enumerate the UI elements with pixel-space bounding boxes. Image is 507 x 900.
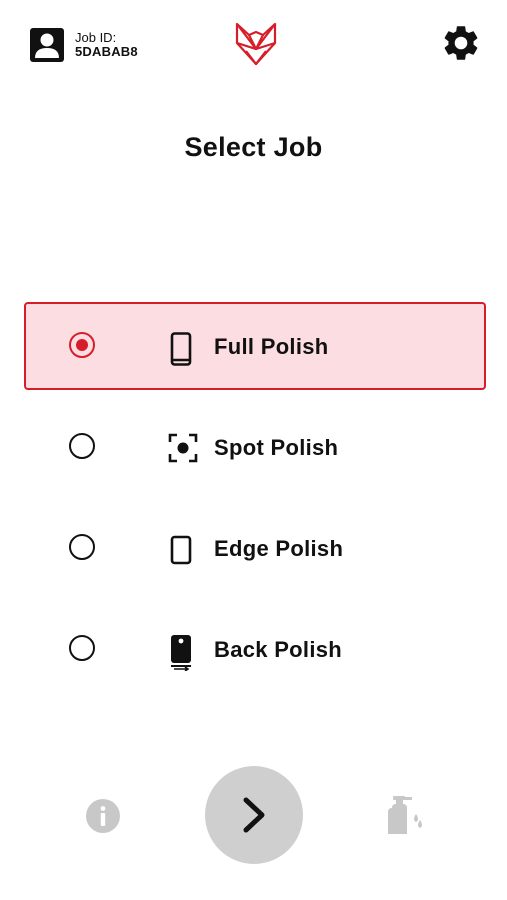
radio-button[interactable] [69, 635, 95, 661]
job-option-back-polish[interactable]: Back Polish [24, 605, 486, 693]
spray-bottle-icon[interactable] [384, 794, 426, 841]
job-label: Spot Polish [214, 435, 339, 460]
job-option-full-polish[interactable]: Full Polish [24, 302, 486, 390]
page-title: Select Job [184, 132, 323, 162]
radio-button[interactable] [69, 433, 95, 459]
header: Job ID: 5DABAB8 [0, 0, 507, 90]
job-id-value: 5DABAB8 [75, 44, 138, 59]
fox-logo-icon [234, 21, 278, 72]
job-option-spot-polish[interactable]: Spot Polish [24, 403, 486, 491]
radio-button[interactable] [69, 534, 95, 560]
next-button[interactable] [205, 766, 303, 864]
phone-icon [168, 332, 194, 366]
job-list: Full Polish Spot Polish Edge Polish Back… [24, 302, 486, 706]
chevron-right-icon [243, 797, 265, 833]
radio-button[interactable] [69, 332, 95, 358]
job-id: Job ID: 5DABAB8 [75, 31, 138, 59]
job-label: Edge Polish [214, 536, 344, 561]
gear-icon[interactable] [440, 22, 482, 69]
user-badge[interactable]: Job ID: 5DABAB8 [29, 27, 138, 63]
info-icon[interactable] [85, 798, 121, 839]
spot-target-icon [168, 433, 198, 467]
phone-back-icon [168, 635, 194, 672]
user-account-icon [29, 27, 65, 63]
job-label: Back Polish [214, 637, 343, 662]
job-option-edge-polish[interactable]: Edge Polish [24, 504, 486, 592]
phone-outline-icon [168, 534, 194, 568]
job-id-label: Job ID: [75, 30, 117, 45]
radio-selected-dot [76, 339, 88, 351]
job-label: Full Polish [214, 334, 329, 359]
